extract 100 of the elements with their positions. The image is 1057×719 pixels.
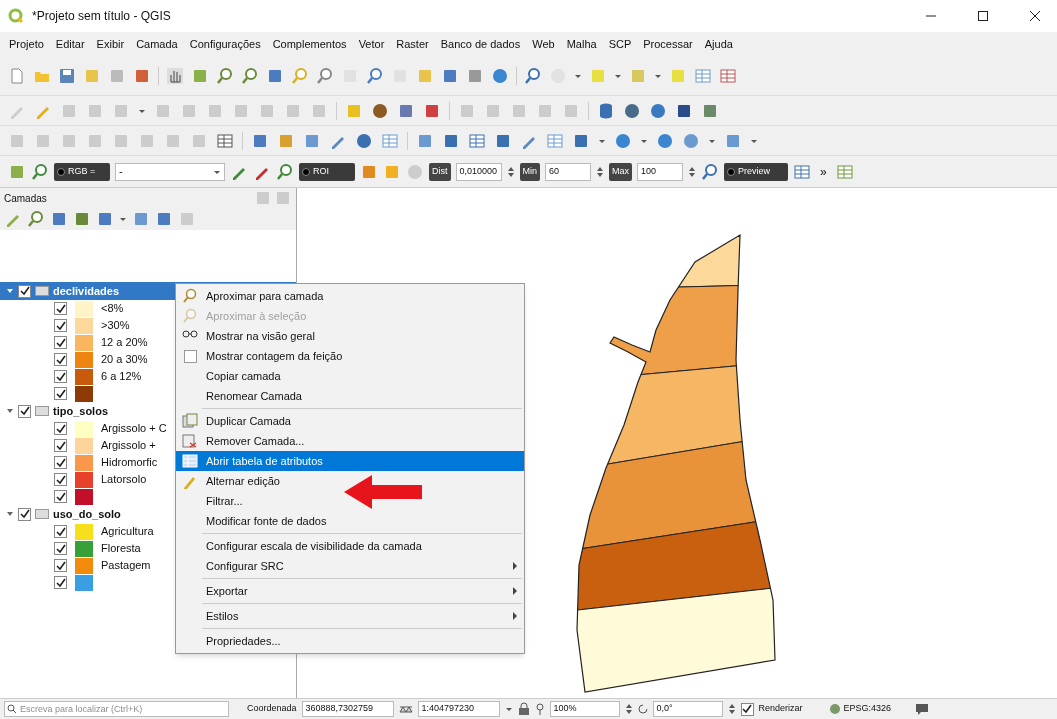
menu-item[interactable]: Editar (50, 33, 90, 55)
expand-arrow-icon[interactable] (6, 287, 14, 295)
magnifier-icon[interactable] (366, 66, 384, 85)
checkbox[interactable] (183, 349, 197, 363)
circle-icon[interactable] (656, 131, 674, 150)
table-icon[interactable] (719, 66, 737, 85)
checkbox[interactable] (54, 336, 67, 349)
menu-item[interactable]: Camada (131, 33, 183, 55)
menu-item[interactable]: Filtrar... (176, 491, 524, 511)
checkbox[interactable] (54, 319, 67, 332)
magnifier-icon[interactable] (241, 66, 259, 85)
table-icon[interactable] (216, 131, 234, 150)
circle-icon[interactable] (614, 131, 632, 150)
checkbox[interactable] (54, 525, 67, 538)
coordinate-field[interactable]: 360888,7302759 (301, 701, 394, 717)
menu-item[interactable]: Vetor (353, 33, 390, 55)
circle-icon[interactable] (682, 131, 700, 150)
close-icon[interactable] (1029, 10, 1041, 22)
checkbox[interactable] (54, 302, 67, 315)
square-icon[interactable] (155, 210, 173, 228)
menu-item[interactable]: Complementos (267, 33, 352, 55)
menu-item[interactable]: Banco de dados (435, 33, 526, 55)
menu-item[interactable]: Copiar camada (176, 366, 524, 386)
spin-arrows-icon[interactable] (624, 702, 633, 716)
menu-item[interactable]: Propriedades... (176, 631, 524, 651)
checkbox[interactable] (54, 422, 67, 435)
menu-item[interactable]: Renomear Camada (176, 386, 524, 406)
menu-item[interactable]: Alternar edição (176, 471, 524, 491)
menu-item[interactable]: Modificar fonte de dados (176, 511, 524, 531)
messages-icon[interactable] (915, 702, 930, 716)
menu-item[interactable]: Mostrar na visão geral (176, 326, 524, 346)
band-combo[interactable]: - (115, 162, 225, 181)
circle-icon[interactable] (491, 66, 509, 85)
checkbox[interactable] (54, 473, 67, 486)
table-icon[interactable] (546, 131, 564, 150)
checkbox[interactable] (54, 353, 67, 366)
checkbox[interactable] (54, 370, 67, 383)
menu-item[interactable]: Configurações (184, 33, 266, 55)
menu-item[interactable]: Configurar SRC (176, 556, 524, 576)
menu-item[interactable]: Web (527, 33, 560, 55)
menu-item[interactable]: Abrir tabela de atributos (176, 451, 524, 471)
menu-item[interactable]: Mostrar contagem da feição (176, 346, 524, 366)
checkbox[interactable] (18, 507, 31, 521)
checkbox[interactable] (18, 404, 31, 418)
checkbox[interactable] (54, 439, 67, 452)
square-icon[interactable] (96, 210, 114, 228)
menu-item[interactable]: Raster (391, 33, 434, 55)
magnifier-icon[interactable] (27, 210, 45, 228)
menu-item[interactable]: Exibir (91, 33, 130, 55)
menu-item[interactable]: Duplicar Camada (176, 411, 524, 431)
rotation-field[interactable]: 0,0° (652, 701, 723, 717)
checkbox[interactable] (740, 702, 754, 716)
table-icon[interactable] (694, 66, 712, 85)
menu-item[interactable]: Exportar (176, 581, 524, 601)
database-icon[interactable] (597, 101, 615, 120)
table-icon[interactable] (835, 162, 854, 181)
menu-item[interactable]: Processar (638, 33, 698, 55)
magnifier-icon[interactable] (316, 66, 334, 85)
spin-arrows-icon[interactable] (727, 702, 736, 716)
checkbox[interactable] (54, 542, 67, 555)
circle-icon[interactable] (623, 101, 641, 120)
magnifier-icon[interactable] (701, 162, 720, 181)
menu-item[interactable]: Remover Camada... (176, 431, 524, 451)
magnifier-icon[interactable] (216, 66, 234, 85)
toolbar-button[interactable]: ROI (299, 162, 355, 181)
toolbar-button[interactable]: RGB = (54, 162, 110, 181)
checkbox[interactable] (54, 456, 67, 469)
save-icon[interactable] (58, 66, 76, 85)
lock-icon[interactable] (517, 702, 530, 716)
crs-button[interactable]: EPSG:4326 (828, 702, 892, 716)
number-field[interactable]: 60 (545, 162, 591, 181)
magnifier-icon[interactable] (524, 66, 542, 85)
magnifier-field[interactable]: 100% (549, 701, 620, 717)
menu-item[interactable]: Projeto (4, 33, 49, 55)
magnifier-icon[interactable] (276, 162, 294, 181)
table-icon[interactable] (381, 131, 399, 150)
checkbox[interactable] (54, 559, 67, 572)
checkbox[interactable] (54, 576, 67, 589)
menu-item[interactable]: Malha (561, 33, 602, 55)
scale-field[interactable]: 1:404797230 (417, 701, 500, 717)
menu-item[interactable]: Configurar escala de visibilidade da camada (176, 536, 524, 556)
menu-item[interactable]: SCP (603, 33, 637, 55)
circle-icon[interactable] (649, 101, 667, 120)
page-icon[interactable] (8, 66, 26, 85)
maximize-icon[interactable] (977, 10, 989, 22)
checkbox[interactable] (54, 387, 67, 400)
expand-arrow-icon[interactable] (6, 510, 14, 518)
number-field[interactable]: 0,010000 (455, 162, 502, 181)
checkbox[interactable] (54, 490, 67, 503)
table-icon[interactable] (468, 131, 486, 150)
search-field[interactable]: Escreva para localizar (Ctrl+K) (4, 701, 229, 717)
magnifier-icon[interactable] (31, 162, 49, 181)
number-field[interactable]: 100 (637, 162, 684, 181)
menu-item[interactable]: Ajuda (699, 33, 738, 55)
toolbar-button[interactable]: Preview (724, 162, 789, 181)
more-button[interactable]: » (816, 162, 831, 181)
table-icon[interactable] (793, 162, 812, 181)
square-icon[interactable] (73, 210, 91, 228)
square-icon[interactable] (50, 210, 68, 228)
circle-icon[interactable] (371, 101, 389, 120)
